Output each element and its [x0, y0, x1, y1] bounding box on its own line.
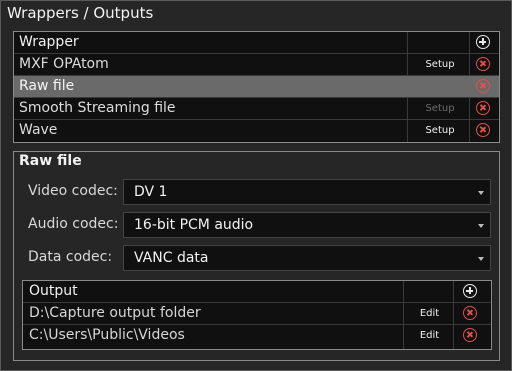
setup-button[interactable]: Setup: [410, 59, 470, 70]
output-row[interactable]: D:\Capture output folder Edit: [23, 303, 491, 325]
add-output-icon[interactable]: [463, 284, 477, 298]
setup-button[interactable]: Setup: [410, 125, 470, 136]
video-codec-select[interactable]: DV 1: [123, 179, 491, 205]
setup-button: Setup: [425, 81, 455, 92]
output-table-header: Output: [23, 281, 491, 303]
wrappers-outputs-panel: Wrappers / Outputs Wrapper MXF OPAtom Se…: [0, 0, 512, 371]
delete-output-icon[interactable]: [463, 328, 477, 342]
delete-wrapper-icon[interactable]: [476, 123, 490, 137]
wrapper-table: Wrapper MXF OPAtom Setup Raw file Setup …: [13, 31, 500, 143]
output-path: C:\Users\Public\Videos: [29, 327, 185, 343]
raw-file-settings-panel: Raw file Video codec: DV 1 Audio codec: …: [13, 151, 500, 361]
delete-wrapper-icon[interactable]: [476, 101, 490, 115]
output-path: D:\Capture output folder: [29, 305, 201, 321]
audio-codec-value: 16-bit PCM audio: [134, 217, 254, 233]
edit-button[interactable]: Edit: [406, 330, 453, 341]
delete-output-icon[interactable]: [463, 306, 477, 320]
delete-wrapper-icon[interactable]: [476, 79, 490, 93]
wrapper-row-raw-file[interactable]: Raw file Setup: [14, 76, 499, 98]
chevron-down-icon: [478, 224, 484, 228]
wrapper-name: Wave: [19, 122, 58, 138]
wrapper-table-header: Wrapper: [14, 32, 499, 54]
setup-button: Setup: [425, 103, 455, 114]
wrapper-name: MXF OPAtom: [19, 56, 109, 72]
data-codec-label: Data codec:: [28, 249, 113, 265]
audio-codec-select[interactable]: 16-bit PCM audio: [123, 212, 491, 238]
raw-file-title: Raw file: [19, 153, 82, 169]
chevron-down-icon: [478, 191, 484, 195]
edit-button[interactable]: Edit: [406, 308, 453, 319]
wrapper-row-mxf-opatom[interactable]: MXF OPAtom Setup: [14, 54, 499, 76]
panel-title: Wrappers / Outputs: [7, 4, 154, 22]
wrapper-row-wave[interactable]: Wave Setup: [14, 120, 499, 142]
video-codec-label: Video codec:: [28, 183, 118, 199]
wrapper-row-smooth-streaming[interactable]: Smooth Streaming file Setup: [14, 98, 499, 120]
wrapper-name: Smooth Streaming file: [19, 100, 176, 116]
chevron-down-icon: [478, 257, 484, 261]
output-table: Output D:\Capture output folder Edit C:\…: [22, 280, 492, 350]
add-wrapper-icon[interactable]: [476, 35, 490, 49]
wrapper-column-header: Wrapper: [19, 34, 79, 50]
output-column-header: Output: [29, 283, 78, 299]
wrapper-name: Raw file: [19, 78, 75, 94]
data-codec-value: VANC data: [134, 250, 209, 266]
audio-codec-label: Audio codec:: [28, 216, 119, 232]
video-codec-value: DV 1: [134, 184, 168, 200]
data-codec-select[interactable]: VANC data: [123, 245, 491, 271]
output-row[interactable]: C:\Users\Public\Videos Edit: [23, 325, 491, 347]
delete-wrapper-icon[interactable]: [476, 57, 490, 71]
